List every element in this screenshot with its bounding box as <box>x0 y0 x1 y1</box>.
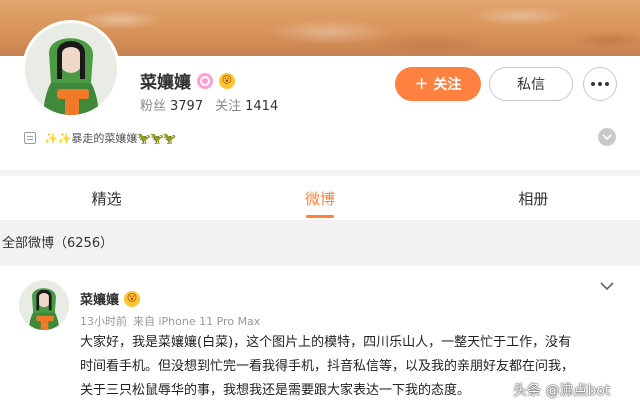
fans-count: 3797 <box>170 99 204 114</box>
follow-button-label: ＋ 关注 <box>414 77 462 93</box>
more-dots-icon[interactable] <box>583 67 617 101</box>
avatar-illustration <box>25 23 117 115</box>
dot <box>598 82 602 86</box>
watermark: 头条 @沸点bot <box>513 383 611 399</box>
emoji-face-icon: 😮 <box>219 72 235 89</box>
profile-name-row: 菜孃孃 😮 <box>140 68 235 93</box>
bio-card-icon <box>24 132 36 144</box>
message-button[interactable]: 私信 <box>489 67 573 101</box>
profile-avatar[interactable] <box>22 20 120 118</box>
fans-label: 粉丝 <box>140 99 167 114</box>
fans-stat[interactable]: 粉丝 3797 <box>140 95 203 114</box>
tab-album[interactable]: 相册 <box>427 176 640 220</box>
profile-name: 菜孃孃 <box>140 73 191 93</box>
emoji-face-icon: 😮 <box>124 290 141 307</box>
all-posts-title: 全部微博（6256） <box>2 236 114 251</box>
following-stat[interactable]: 关注 1414 <box>215 95 278 114</box>
pink-circle-icon <box>197 72 213 89</box>
follow-button[interactable]: ＋ 关注 <box>395 67 481 101</box>
tab-label: 相册 <box>518 189 549 208</box>
post-line: 大家好，我是菜孃孃(白菜)，这个图片上的模特，四川乐山人，一整天忙于工作，没有 <box>80 335 572 350</box>
tab-label: 精选 <box>91 189 122 208</box>
post-author-row: 菜孃孃 😮 <box>80 289 141 308</box>
post-time: 13小时前 <box>80 315 127 328</box>
following-count: 1414 <box>245 99 279 114</box>
dot <box>591 82 595 86</box>
dinosaur-icons: 🦖🦖🦖 <box>137 132 176 145</box>
sparkle-icon: ✨✨ <box>44 132 72 145</box>
message-button-label: 私信 <box>517 77 545 93</box>
post-line: 时间看手机。但没想到忙完一看我得手机，抖音私信等，以及我的亲朋好友都在问我， <box>80 359 575 374</box>
post-source: 来自 iPhone 11 Pro Max <box>133 315 261 328</box>
tab-label: 微博 <box>304 189 335 208</box>
chevron-down-shape <box>600 282 614 291</box>
bio-text: 暴走的菜孃孃 <box>71 132 138 145</box>
post-author-name[interactable]: 菜孃孃 <box>80 289 119 308</box>
profile-bio: ✨✨暴走的菜孃孃🦖🦖🦖 <box>24 130 177 146</box>
tab-weibo[interactable]: 微博 <box>213 176 426 220</box>
dot <box>605 82 609 86</box>
post-options-chevron-icon[interactable] <box>600 276 614 295</box>
profile-tabs: 精选 微博 相册 <box>0 176 640 220</box>
tab-featured[interactable]: 精选 <box>0 176 213 220</box>
chevron-down-shape <box>602 134 612 140</box>
post-meta: 13小时前 来自 iPhone 11 Pro Max <box>80 313 260 329</box>
avatar-illustration <box>19 280 69 330</box>
following-label: 关注 <box>215 99 242 114</box>
post-author-avatar[interactable] <box>19 280 69 330</box>
profile-stats: 粉丝 3797 关注 1414 <box>140 95 278 114</box>
chevron-down-icon[interactable] <box>598 128 616 146</box>
